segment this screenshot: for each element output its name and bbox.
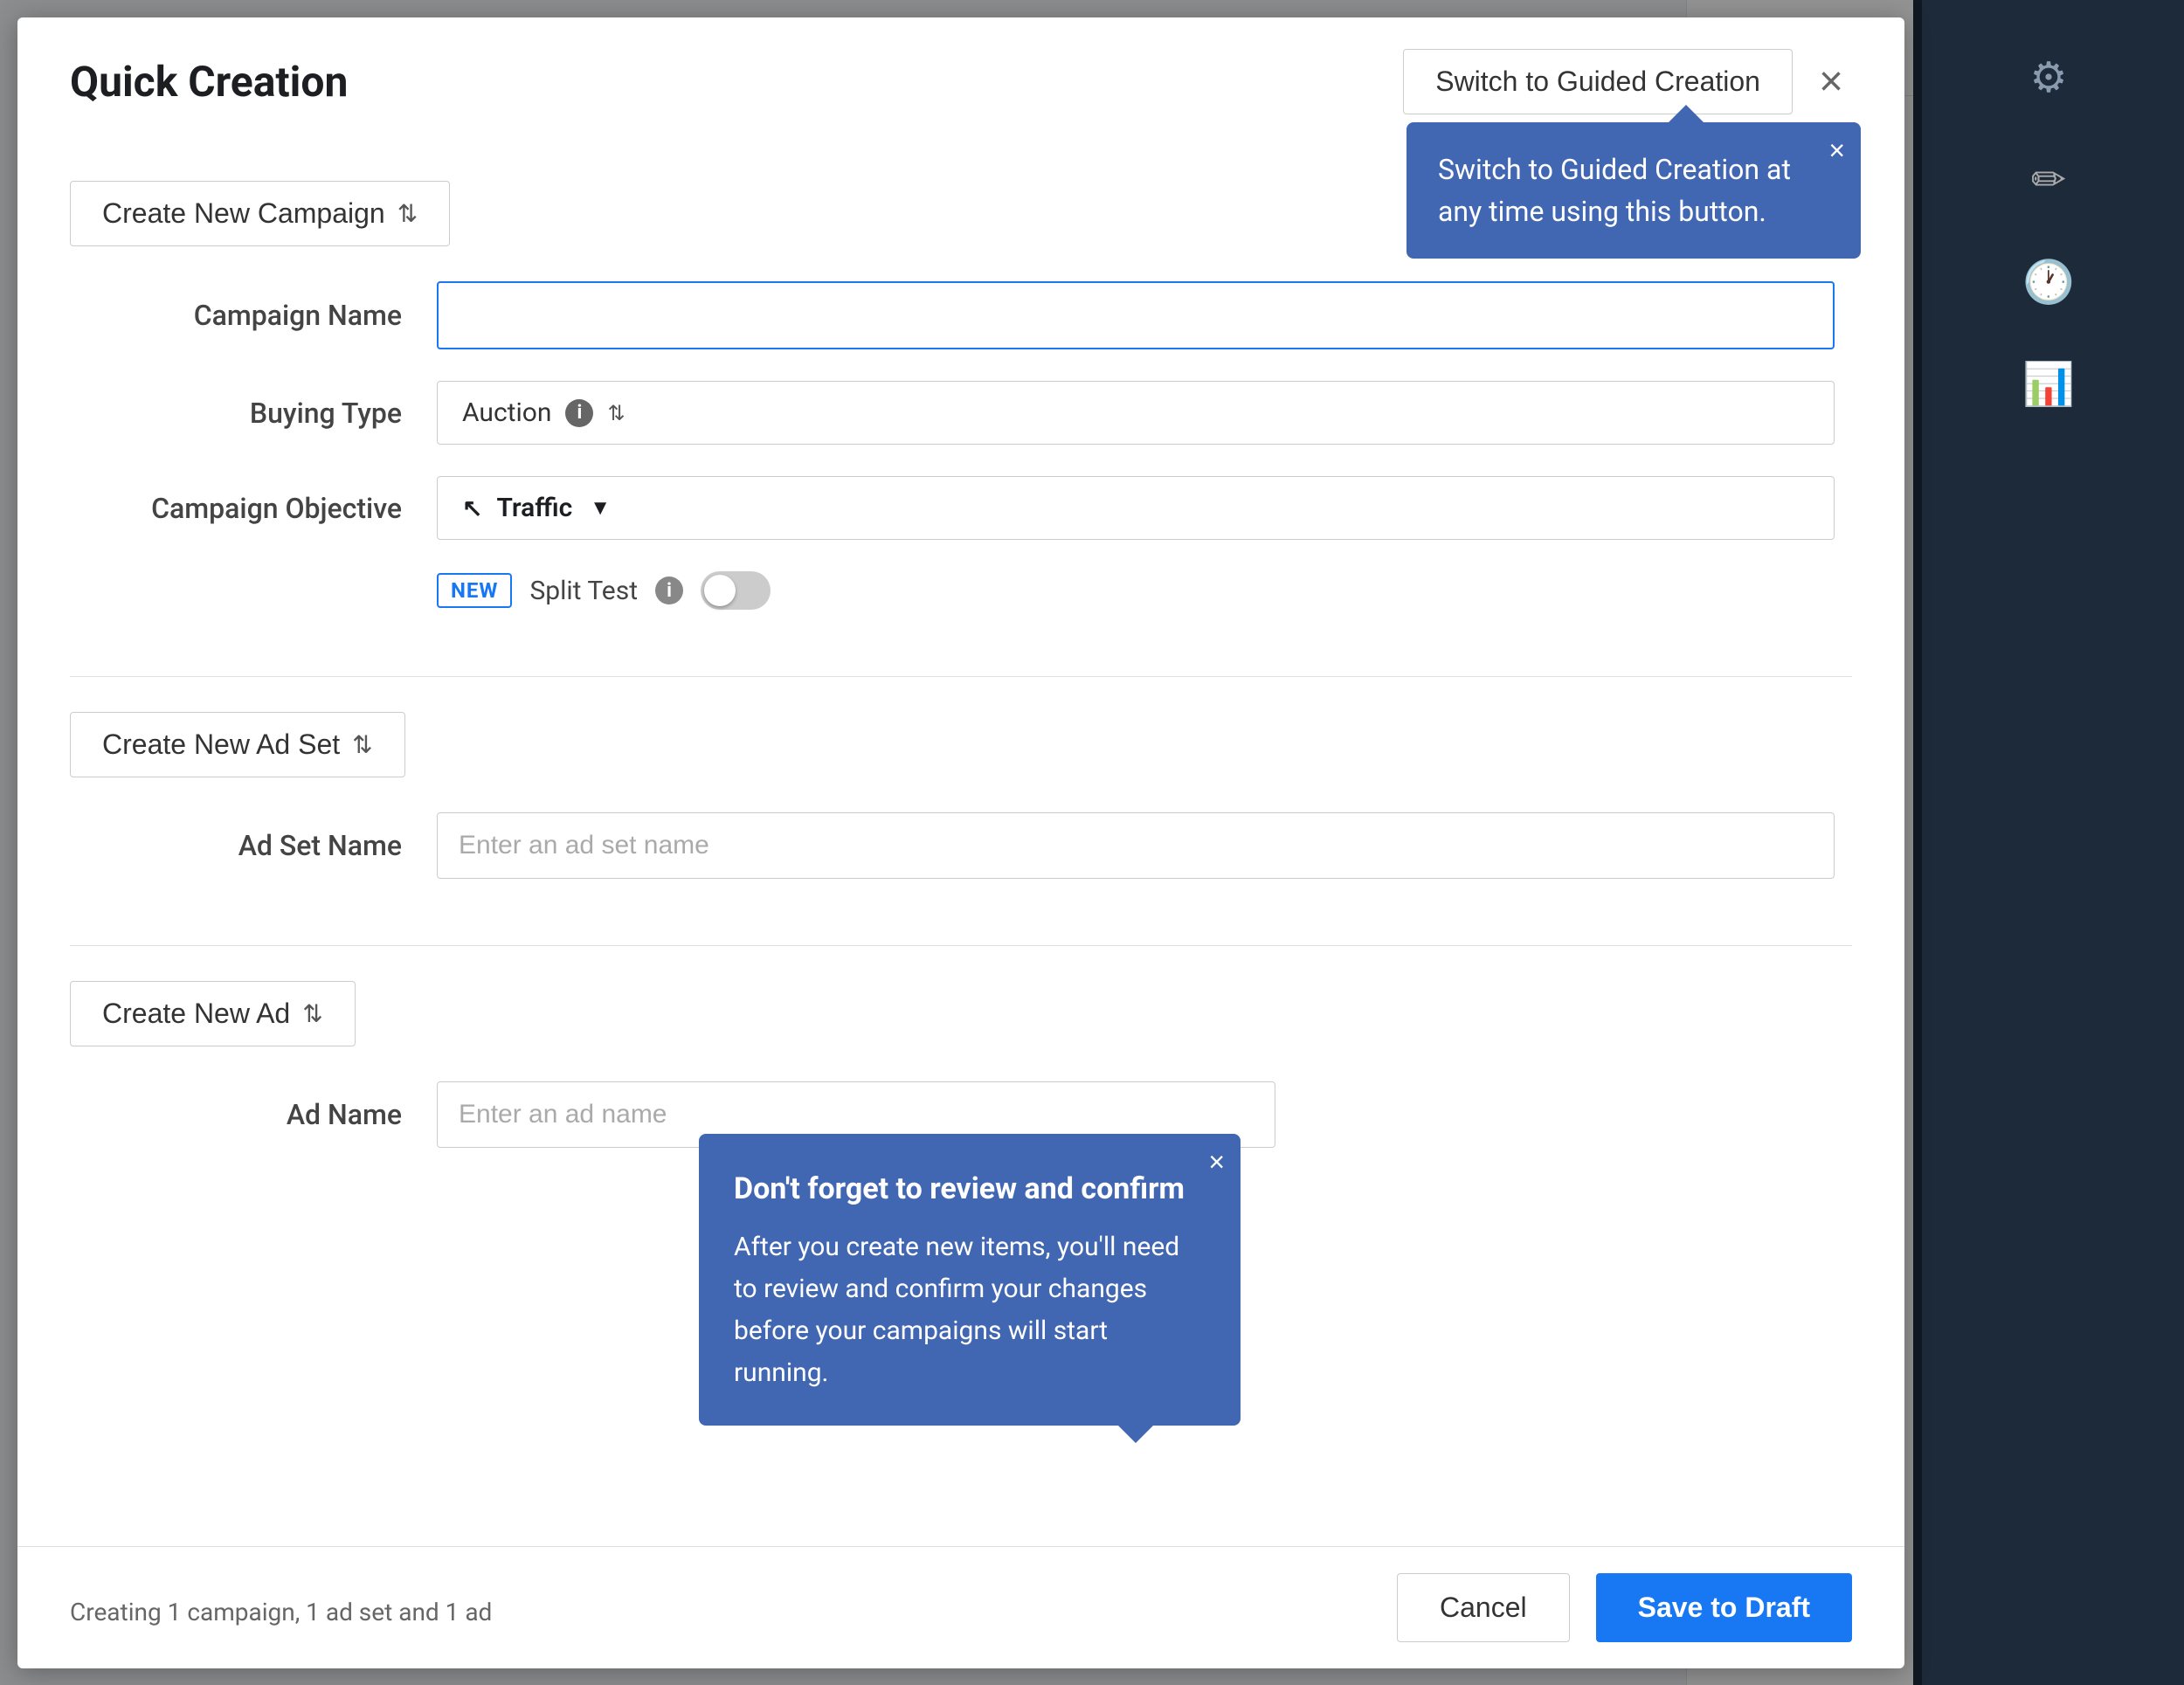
sidebar-icons: ⚙ ✏ 🕐 📊 [1913, 0, 2184, 461]
campaign-objective-select[interactable]: ↖ Traffic ▼ [437, 476, 1835, 540]
new-badge: NEW [437, 573, 512, 608]
modal-body: Create New Campaign ⇅ Campaign Name Buyi… [17, 146, 1904, 1546]
objective-dropdown-icon: ▼ [590, 495, 611, 521]
modal-close-button[interactable]: × [1810, 58, 1852, 106]
sidebar: ⚙ ✏ 🕐 📊 [1913, 0, 2184, 1685]
sidebar-icon-clock[interactable]: 🕐 [1913, 231, 2184, 333]
campaign-name-label: Campaign Name [70, 299, 437, 332]
confirm-tooltip-title: Don't forget to review and confirm [734, 1165, 1206, 1212]
modal-title: Quick Creation [70, 57, 348, 107]
sidebar-icon-edit[interactable]: ✏ [1913, 128, 2184, 231]
modal-header: Quick Creation Switch to Guided Creation… [17, 17, 1904, 146]
confirm-tooltip-close[interactable]: × [1208, 1146, 1225, 1178]
create-new-ad-button[interactable]: Create New Ad ⇅ [70, 981, 356, 1046]
guided-creation-tooltip: × Switch to Guided Creation at any time … [1406, 122, 1861, 259]
confirm-tooltip: × Don't forget to review and confirm Aft… [699, 1134, 1241, 1426]
campaign-objective-label: Campaign Objective [70, 492, 437, 525]
tooltip-guided-close[interactable]: × [1828, 135, 1845, 167]
modal-header-right: Switch to Guided Creation × [1403, 49, 1852, 114]
buying-type-row: Buying Type Auction i ⇅ [70, 381, 1852, 445]
campaign-objective-row: Campaign Objective ↖ Traffic ▼ [70, 476, 1852, 540]
create-new-campaign-button[interactable]: Create New Campaign ⇅ [70, 181, 450, 246]
ad-set-name-row: Ad Set Name [70, 812, 1852, 879]
buying-type-control: Auction i ⇅ [437, 381, 1835, 445]
quick-creation-modal: Quick Creation Switch to Guided Creation… [17, 17, 1904, 1668]
ad-set-name-label: Ad Set Name [70, 829, 437, 862]
ad-name-label: Ad Name [70, 1098, 437, 1131]
ad-set-section: Create New Ad Set ⇅ Ad Set Name [70, 677, 1852, 945]
footer-info-text: Creating 1 campaign, 1 ad set and 1 ad [70, 1580, 492, 1635]
modal-footer: Creating 1 campaign, 1 ad set and 1 ad C… [17, 1546, 1904, 1668]
split-test-text: Split Test [529, 576, 638, 606]
ad-name-row: Ad Name × Don't forget to review and con… [70, 1081, 1852, 1148]
buying-type-info-icon[interactable]: i [565, 399, 593, 427]
ad-set-name-input[interactable] [437, 812, 1835, 879]
ad-set-name-control [437, 812, 1835, 879]
sidebar-icon-1[interactable]: ⚙ [1913, 26, 2184, 128]
split-test-inner: NEW Split Test i [437, 571, 1835, 610]
ad-arrows-icon: ⇅ [302, 999, 322, 1028]
sidebar-icon-chart[interactable]: 📊 [1913, 333, 2184, 435]
create-new-ad-set-button[interactable]: Create New Ad Set ⇅ [70, 712, 405, 777]
campaign-objective-control: ↖ Traffic ▼ [437, 476, 1835, 540]
buying-type-dropdown-icon: ⇅ [607, 401, 625, 425]
campaign-arrows-icon: ⇅ [397, 199, 418, 228]
campaign-name-row: Campaign Name [70, 281, 1852, 349]
ad-section: Create New Ad ⇅ Ad Name × Don't forget t… [70, 946, 1852, 1214]
buying-type-select[interactable]: Auction i ⇅ [437, 381, 1835, 445]
split-test-row: NEW Split Test i [70, 571, 1852, 610]
save-to-draft-button[interactable]: Save to Draft [1596, 1573, 1852, 1642]
ad-name-control: × Don't forget to review and confirm Aft… [437, 1081, 1835, 1148]
buying-type-label: Buying Type [70, 397, 437, 430]
split-test-toggle[interactable] [701, 571, 771, 610]
cancel-button[interactable]: Cancel [1397, 1573, 1570, 1642]
ad-set-arrows-icon: ⇅ [352, 730, 372, 759]
campaign-name-input[interactable] [437, 281, 1835, 349]
toggle-knob [704, 575, 736, 606]
cursor-icon: ↖ [462, 494, 482, 522]
guided-creation-button[interactable]: Switch to Guided Creation [1403, 49, 1793, 114]
confirm-tooltip-text: After you create new items, you'll need … [734, 1226, 1206, 1394]
split-test-control: NEW Split Test i [437, 571, 1835, 610]
footer-actions: Cancel Save to Draft [1397, 1573, 1852, 1642]
campaign-name-control [437, 281, 1835, 349]
split-test-info-icon[interactable]: i [655, 577, 683, 604]
